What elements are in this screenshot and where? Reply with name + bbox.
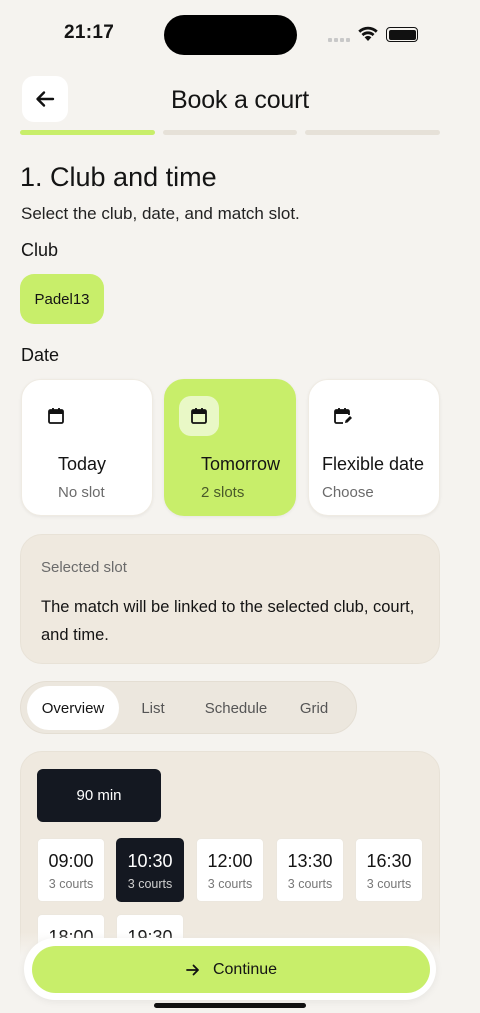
slot-time: 09:00: [48, 851, 94, 871]
arrow-right-icon: [186, 964, 199, 975]
tab-schedule[interactable]: Schedule: [191, 686, 281, 730]
date-card-title: Tomorrow: [201, 454, 281, 474]
tab-grid[interactable]: Grid: [289, 686, 339, 730]
slot-courts: 3 courts: [48, 877, 94, 891]
date-label: Date: [21, 345, 60, 365]
progress-step-1: [20, 130, 155, 135]
selected-slot-label: Selected slot: [41, 559, 127, 576]
time-slot-selected[interactable]: 10:30 3 courts: [116, 838, 184, 902]
slot-time: 16:30: [366, 851, 412, 871]
slot-time: 10:30: [127, 851, 173, 871]
date-card-subtitle: Choose: [322, 484, 374, 501]
home-indicator: [154, 1003, 306, 1008]
bottom-action-bar: Continue: [24, 938, 436, 1000]
date-card-title: Flexible date: [322, 454, 425, 474]
selected-slot-panel: Selected slot The match will be linked t…: [20, 534, 440, 664]
status-bar: 21:17: [0, 0, 480, 64]
calendar-edit-icon: [323, 396, 363, 436]
page-title: Book a court: [171, 86, 309, 114]
date-card-today[interactable]: Today No slot: [21, 379, 153, 516]
selected-slot-text: The match will be linked to the selected…: [41, 598, 415, 644]
slot-courts: 3 courts: [207, 877, 253, 891]
view-tabs: Overview List Schedule Grid: [20, 681, 357, 734]
tab-overview[interactable]: Overview: [27, 686, 119, 730]
calendar-icon: [36, 396, 76, 436]
wifi-icon: [358, 26, 378, 41]
club-chip-padel13[interactable]: Padel13: [20, 274, 104, 324]
calendar-icon: [179, 396, 219, 436]
club-label: Club: [21, 240, 59, 260]
slot-time: 13:30: [287, 851, 333, 871]
time-slot[interactable]: 16:30 3 courts: [355, 838, 423, 902]
slot-courts: 3 courts: [366, 877, 412, 891]
date-card-subtitle: 2 slots: [201, 484, 245, 501]
status-time: 21:17: [64, 22, 115, 43]
date-card-tomorrow[interactable]: Tomorrow 2 slots: [164, 379, 296, 516]
progress-step-3: [305, 130, 441, 135]
step-subtitle: Select the club, date, and match slot.: [21, 204, 300, 223]
time-slot[interactable]: 12:00 3 courts: [196, 838, 264, 902]
progress-step-2: [162, 130, 298, 135]
continue-label: Continue: [212, 960, 278, 978]
duration-chip[interactable]: 90 min: [37, 769, 161, 822]
dynamic-island: [164, 15, 297, 55]
date-card-subtitle: No slot: [58, 484, 105, 501]
slot-courts: 3 courts: [127, 877, 173, 891]
slot-courts: 3 courts: [287, 877, 333, 891]
date-card-title: Today: [58, 454, 107, 474]
date-card-flexible[interactable]: Flexible date Choose: [308, 379, 440, 516]
time-slot[interactable]: 13:30 3 courts: [276, 838, 344, 902]
tab-list[interactable]: List: [125, 686, 181, 730]
battery-icon: [386, 27, 418, 42]
continue-button[interactable]: Continue: [32, 946, 430, 993]
time-slot[interactable]: 09:00 3 courts: [37, 838, 105, 902]
step-progress: [20, 130, 441, 135]
step-title: 1. Club and time: [20, 162, 217, 192]
slot-time: 12:00: [207, 851, 253, 871]
signal-icon: [328, 38, 350, 42]
